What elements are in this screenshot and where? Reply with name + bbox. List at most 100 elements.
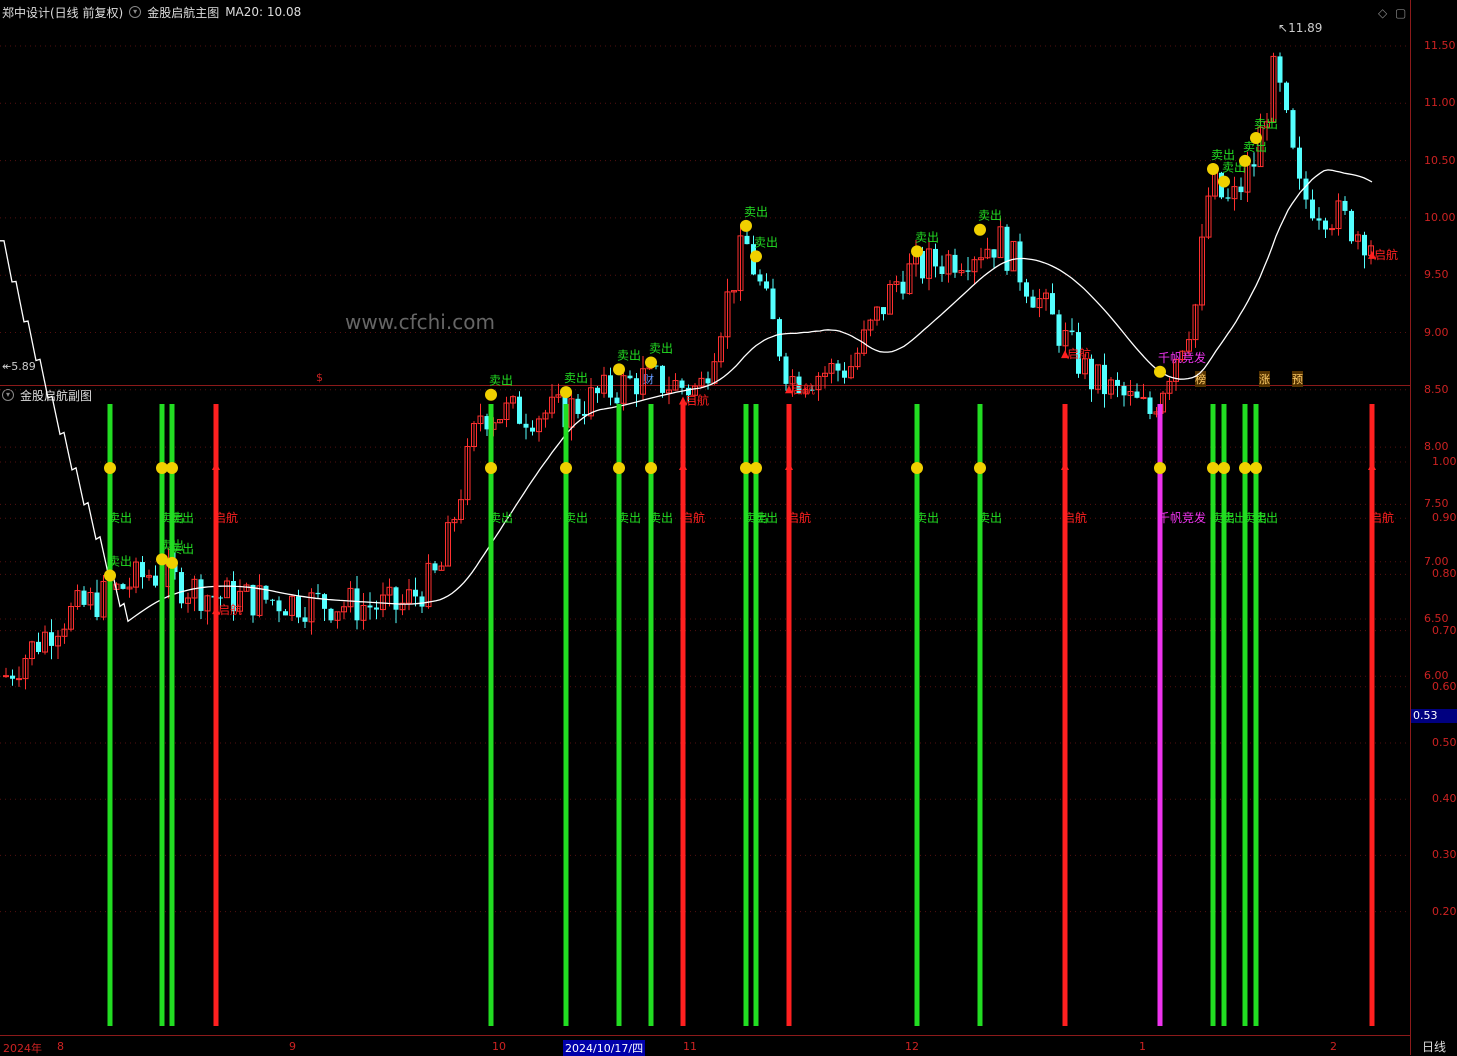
candle-body	[1069, 330, 1075, 333]
candle-body	[276, 600, 282, 612]
price-tick: 8.50	[1424, 382, 1449, 396]
candle-body	[367, 605, 373, 608]
face-icon	[1239, 154, 1251, 167]
candle-body	[770, 288, 776, 320]
main-signal-label: 卖出	[915, 230, 939, 244]
candle-body	[16, 678, 22, 681]
candle-body	[374, 607, 379, 610]
price-axis-divider	[1410, 0, 1411, 1055]
signal-label: 卖出	[489, 511, 513, 525]
candle-body	[1310, 199, 1315, 219]
candle-body	[523, 423, 529, 428]
candle-body	[1284, 82, 1289, 111]
price-tick: 7.00	[1424, 554, 1449, 568]
candle-body	[777, 319, 782, 357]
candle-body	[36, 641, 41, 653]
main-signal-label: 启航	[685, 393, 709, 408]
main-signal-label: 卖出	[649, 341, 673, 355]
chart-canvas[interactable]: 卖出卖出卖出卖出卖出卖出启航启航卖出卖出卖出卖出卖出卖出卖出卖出启航启航卖出卖出…	[0, 0, 1410, 1035]
candle-body	[81, 590, 87, 605]
candle-body	[783, 356, 789, 384]
face-icon	[645, 356, 657, 369]
face-icon	[911, 245, 923, 258]
signal-label: 卖出	[915, 511, 939, 525]
face-icon	[613, 462, 625, 474]
candle-body	[679, 380, 685, 388]
signal-label: 卖出	[649, 511, 673, 525]
candle-body	[842, 370, 847, 378]
candle-body	[1050, 293, 1055, 315]
candle-body	[250, 584, 256, 616]
candle-body	[991, 249, 997, 258]
price-tick: 10.00	[1424, 210, 1456, 224]
signal-label: 卖出	[978, 511, 1002, 525]
candle-body	[296, 596, 301, 618]
candle-body	[302, 617, 308, 622]
candle-body	[1140, 396, 1147, 399]
main-signal-label: 卖出	[564, 371, 588, 385]
candle-body	[881, 307, 886, 315]
candle-body	[198, 579, 204, 611]
signal-label: 卖出	[1254, 511, 1278, 525]
main-signal-label: 启航	[791, 381, 815, 396]
face-icon	[166, 462, 178, 474]
candle-body	[530, 427, 535, 432]
sub-value-tick: 0.50	[1432, 736, 1457, 749]
signal-label: 启航	[681, 510, 705, 525]
sub-value-tick: 0.20	[1432, 904, 1457, 918]
price-tick: 10.50	[1424, 153, 1456, 167]
candle-body	[1362, 234, 1367, 256]
main-signal-label: 卖出	[754, 235, 778, 249]
main-signal-label: 卖出	[617, 348, 641, 362]
face-icon	[911, 462, 923, 474]
candle-body	[614, 397, 620, 404]
face-icon	[485, 388, 497, 401]
signal-label: 启航	[214, 510, 238, 525]
signal-label: 卖出	[617, 511, 641, 525]
candle-body	[965, 270, 971, 272]
x-axis-label: 9	[289, 1040, 296, 1053]
signal-label: 千帆竞发	[1158, 510, 1206, 525]
signal-label: 启航	[1063, 510, 1087, 525]
candle-body	[1316, 218, 1322, 221]
candle-body	[757, 274, 763, 282]
candle-body	[952, 254, 958, 273]
face-icon	[740, 219, 752, 232]
face-icon	[974, 223, 986, 236]
face-icon	[1207, 162, 1219, 175]
period-button[interactable]: 日线	[1422, 1038, 1446, 1055]
sub-value-tick: 0.60	[1432, 679, 1457, 693]
arrow-up-icon	[679, 462, 687, 470]
face-icon	[1207, 462, 1219, 474]
candle-body	[1030, 296, 1036, 308]
candle-body	[1329, 228, 1335, 231]
signal-label: 启航	[1370, 510, 1394, 525]
candle-body	[1238, 186, 1244, 193]
face-icon	[645, 462, 657, 474]
face-icon	[1250, 462, 1262, 474]
price-tick: 9.00	[1424, 325, 1449, 339]
candle-body	[1290, 110, 1296, 148]
candle-body	[218, 597, 223, 599]
face-icon	[1154, 462, 1166, 474]
candle-body	[179, 572, 184, 604]
arrow-up-icon	[1061, 462, 1069, 470]
price-tick: 7.50	[1424, 497, 1449, 511]
candle-body	[315, 592, 321, 595]
candle-body	[1342, 200, 1348, 211]
candle-body	[413, 589, 418, 597]
main-signal-label: 卖出	[1254, 117, 1278, 131]
main-signal-label: 卖出	[170, 542, 194, 556]
candle-body	[627, 375, 633, 379]
price-tick: 11.50	[1424, 39, 1456, 52]
candle-body	[764, 281, 769, 289]
x-axis-label: 11	[683, 1040, 697, 1053]
face-icon	[166, 556, 178, 569]
face-icon	[974, 462, 986, 474]
candle-body	[939, 266, 945, 274]
candle-body	[1277, 56, 1283, 83]
main-signal-label: 启航	[1374, 247, 1398, 262]
candle-body	[705, 378, 711, 384]
x-axis-label: 2024年	[3, 1042, 42, 1055]
face-icon	[1239, 462, 1251, 474]
